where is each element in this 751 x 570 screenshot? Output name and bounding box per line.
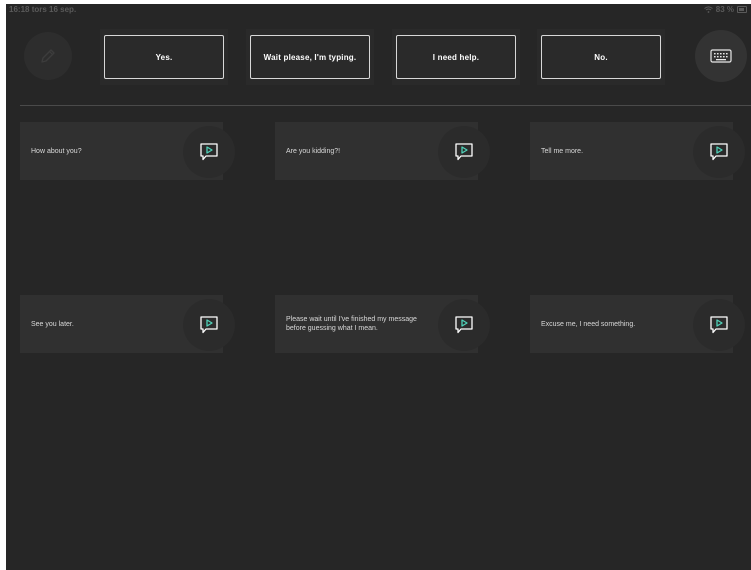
speak-button[interactable]	[183, 126, 235, 178]
speak-button[interactable]	[693, 126, 745, 178]
phrase-text: Please wait until I've finished my messa…	[286, 316, 417, 332]
quick-reply-label: I need help.	[396, 35, 516, 79]
speech-bubble-play-icon	[455, 316, 473, 334]
speak-button[interactable]	[438, 126, 490, 178]
wifi-icon	[703, 6, 713, 13]
phrase-text: Tell me more.	[541, 147, 584, 155]
quick-reply-wait[interactable]: Wait please, I'm typing.	[246, 29, 374, 85]
status-date: tors 16 sep.	[31, 5, 77, 14]
keyboard-icon	[710, 49, 732, 63]
phrase-tile[interactable]: Excuse me, I need something.	[530, 295, 745, 353]
speech-bubble-play-icon	[200, 143, 218, 161]
speak-button[interactable]	[183, 299, 235, 351]
phrase-tile[interactable]: Are you kidding?!	[275, 122, 490, 180]
status-bar: 16:18 tors 16 sep. 83 %	[6, 4, 751, 16]
phrase-tile[interactable]: Tell me more.	[530, 122, 745, 180]
speech-bubble-play-icon	[710, 316, 728, 334]
quick-reply-yes[interactable]: Yes.	[100, 29, 228, 85]
battery-percent: 83 %	[715, 5, 734, 14]
quick-reply-label: Wait please, I'm typing.	[250, 35, 370, 79]
edit-button[interactable]	[24, 32, 72, 80]
quick-reply-no[interactable]: No.	[537, 29, 665, 85]
toolbar-divider	[20, 105, 751, 106]
battery-icon	[737, 6, 747, 13]
speech-bubble-play-icon	[455, 143, 473, 161]
pencil-icon	[41, 49, 55, 63]
speak-button[interactable]	[693, 299, 745, 351]
phrase-text: See you later.	[31, 320, 74, 328]
phrase-tile[interactable]: How about you?	[20, 122, 235, 180]
phrase-text: Are you kidding?!	[286, 147, 341, 155]
app-screen: 16:18 tors 16 sep. 83 % Yes. Wait please…	[6, 4, 751, 570]
quick-reply-help[interactable]: I need help.	[392, 29, 520, 85]
speech-bubble-play-icon	[710, 143, 728, 161]
phrase-tile[interactable]: Please wait until I've finished my messa…	[275, 295, 490, 353]
speak-button[interactable]	[438, 299, 490, 351]
keyboard-button[interactable]	[695, 30, 747, 82]
status-time: 16:18	[9, 5, 30, 14]
quick-reply-label: No.	[541, 35, 661, 79]
speech-bubble-play-icon	[200, 316, 218, 334]
phrase-text: How about you?	[31, 147, 82, 155]
quick-reply-label: Yes.	[104, 35, 224, 79]
phrase-text: Excuse me, I need something.	[541, 320, 636, 328]
phrase-tile[interactable]: See you later.	[20, 295, 235, 353]
